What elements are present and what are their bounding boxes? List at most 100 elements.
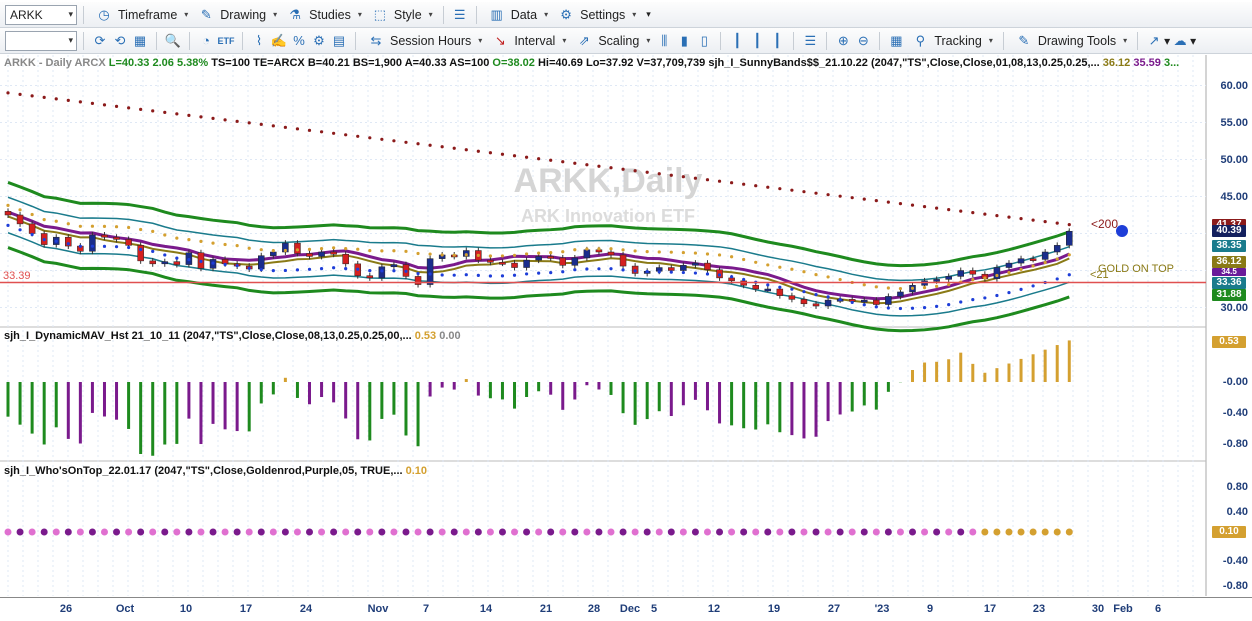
settings-menu[interactable]: ⚙ Settings ▾ [552, 4, 640, 26]
whos-on-top-dot [933, 528, 941, 536]
layout-icon[interactable]: ☰ [800, 31, 820, 51]
tracking-marker[interactable] [1116, 225, 1128, 237]
gold-dot [344, 247, 348, 251]
chevron-down-icon: ▾ [428, 10, 433, 19]
ma200-dot [271, 124, 275, 128]
chevron-down-icon: ▾ [184, 10, 189, 19]
whos-on-top-dot [691, 528, 699, 536]
crosshair-icon[interactable]: ▦ [886, 31, 906, 51]
gold-dot [259, 248, 263, 252]
ma200-dot [512, 154, 517, 158]
candle [16, 214, 24, 225]
symbol-input[interactable]: ARKK ▾ [5, 4, 77, 25]
scaling-menu[interactable]: ⇗ Scaling ▾ [570, 30, 654, 52]
blue-dot [524, 272, 529, 276]
blue-dot [573, 268, 577, 272]
watermark-title: ARKK,Daily [514, 162, 703, 200]
drawing-tools-menu[interactable]: ✎ Drawing Tools ▾ [1010, 30, 1131, 52]
studies-menu[interactable]: ⚗ Studies ▾ [281, 4, 366, 26]
blue-dot [778, 285, 782, 289]
data-menu[interactable]: ▥ Data ▾ [483, 4, 552, 26]
chart-selector[interactable]: ▾ [5, 30, 77, 51]
annotate-icon[interactable]: ✍ [269, 31, 289, 51]
ma200-dot [199, 115, 203, 119]
bar-chart-icon[interactable]: ⫼ [654, 31, 674, 51]
ma200-dot [464, 148, 468, 152]
price-axis-label: 60.00 [1220, 80, 1248, 92]
date-axis[interactable]: 26 Oct 10 17 24 Nov 7 14 21 28 Dec 5 12 … [0, 597, 1252, 621]
chevron-down-icon[interactable]: ▾ [1190, 34, 1196, 48]
percent-icon[interactable]: % [289, 31, 309, 51]
gold-dot [54, 219, 58, 223]
candle [812, 303, 820, 307]
candle [28, 223, 36, 234]
clock-icon: ◷ [98, 6, 110, 22]
candles-icon[interactable]: ┃ [727, 31, 747, 51]
grid-icon[interactable]: ▦ [130, 31, 150, 51]
blue-dot [669, 270, 673, 274]
whos-on-top-dot [921, 528, 929, 536]
grid-settings-icon[interactable]: ⚙ [309, 31, 329, 51]
whos-on-top-dot [872, 528, 880, 536]
candle [330, 251, 337, 255]
whos-on-top-dot [354, 528, 362, 536]
candlestick-hollow-icon[interactable]: ▯ [694, 31, 714, 51]
whos-on-top-dot [426, 528, 434, 536]
gold-dot [1007, 271, 1011, 275]
whos-on-top-dot [559, 528, 567, 536]
trendline-icon[interactable]: ↗ [1144, 31, 1164, 51]
blue-dot [392, 269, 396, 273]
candle [173, 261, 181, 265]
style-menu[interactable]: ⬚ Style ▾ [366, 4, 437, 26]
candle [788, 295, 796, 300]
gauge-icon[interactable]: ◔ [196, 31, 216, 51]
overflow-icon[interactable]: ▾ [646, 9, 651, 20]
layout-icon[interactable]: ☰ [450, 5, 470, 25]
blue-dot [235, 264, 239, 268]
tracking-menu[interactable]: ⚲ Tracking ▾ [906, 30, 996, 52]
ma200-dot [392, 139, 396, 143]
blue-dot [332, 266, 336, 270]
ma200-dot [114, 104, 119, 108]
price-axis-label: 50.00 [1220, 154, 1248, 166]
candlestick-icon[interactable]: ▮ [674, 31, 694, 51]
ma200-dot [790, 188, 794, 192]
candle [499, 262, 506, 265]
interval-menu[interactable]: ↘ Interval ▾ [486, 30, 570, 52]
gold-dot [633, 249, 637, 253]
zoom-out-icon[interactable]: ⊖ [853, 31, 873, 51]
blue-dot [935, 304, 939, 308]
candles-alt-icon[interactable]: ┃ [747, 31, 767, 51]
chart-canvas[interactable]: ARKK,Daily ARK Innovation ETF 33.39 <200… [0, 55, 1252, 596]
timeframe-menu[interactable]: ◷ Timeframe ▾ [90, 4, 192, 26]
ma200-dot [163, 110, 167, 114]
whos-on-top-dot [100, 528, 108, 536]
candles-wide-icon[interactable]: ┃ [767, 31, 787, 51]
whos-on-top-dot [462, 528, 470, 536]
drawing-menu[interactable]: ✎ Drawing ▾ [192, 4, 281, 26]
blue-dot [621, 268, 625, 272]
main-toolbar: ARKK ▾ ◷ Timeframe ▾ ✎ Drawing ▾ ⚗ Studies… [0, 2, 1252, 28]
line-chart-icon[interactable]: ⌇ [249, 31, 269, 51]
blue-dot [886, 306, 890, 310]
table-icon[interactable]: ▤ [329, 31, 349, 51]
blue-dot [862, 303, 866, 307]
gold-dot [561, 250, 565, 254]
refresh-all-icon[interactable]: ⟲ [110, 31, 130, 51]
etf-icon[interactable]: ETF [216, 31, 236, 51]
blue-dot [1031, 284, 1035, 288]
gold-dot [742, 257, 746, 262]
drawing-tools-label: Drawing Tools [1037, 33, 1117, 48]
refresh-icon[interactable]: ⟳ [90, 31, 110, 51]
candle [89, 234, 96, 252]
gold-dot [778, 265, 782, 269]
blue-dot [344, 267, 348, 271]
candle [1017, 258, 1025, 264]
session-hours-menu[interactable]: ⇆ Session Hours ▾ [362, 30, 486, 52]
ma200-dot [187, 113, 191, 117]
whos-on-top-dot [583, 528, 591, 536]
gold-dot [874, 285, 878, 289]
search-icon[interactable]: 🔍 [163, 31, 183, 51]
cloud-icon[interactable]: ☁ [1170, 31, 1190, 51]
zoom-in-icon[interactable]: ⊕ [833, 31, 853, 51]
